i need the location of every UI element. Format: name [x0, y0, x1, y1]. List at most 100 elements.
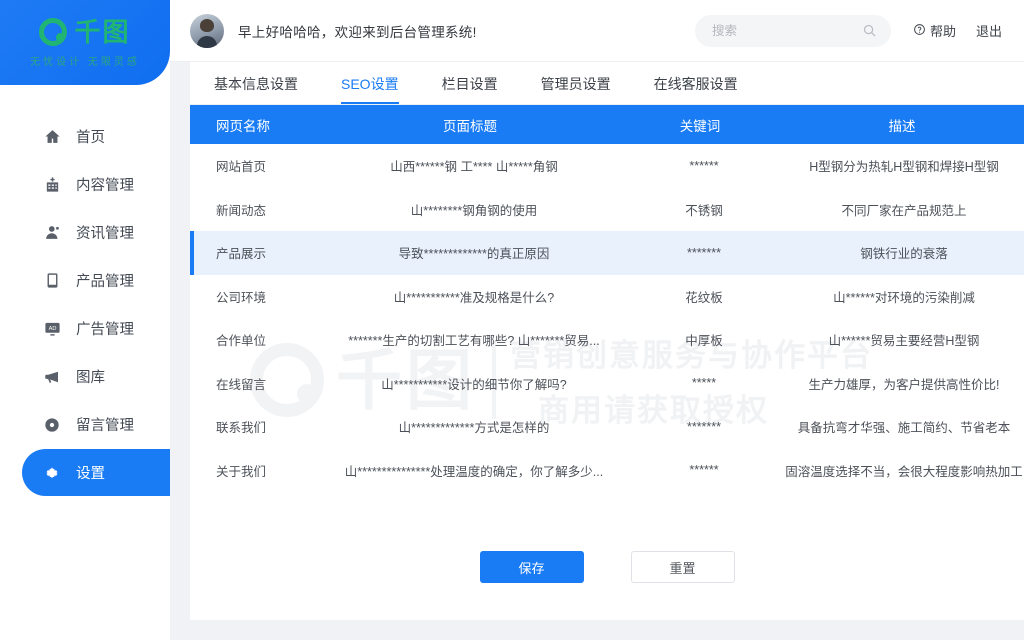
cell-page-title: 山***********准及规格是什么?: [393, 290, 555, 305]
sidebar: 千图 无忧设计 无限灵感 首页 内容管理 资讯管理 产品管理 AD 广告管理 图…: [0, 0, 170, 640]
cell-description: 钢铁行业的衰落: [860, 247, 948, 262]
brand-logo[interactable]: 千图 无忧设计 无限灵感: [0, 0, 170, 85]
table-row[interactable]: 关于我们 山***************处理温度的确定，你了解多少... **…: [190, 449, 1024, 493]
avatar[interactable]: [190, 13, 224, 48]
tab-label: 基本信息设置: [214, 76, 298, 92]
home-icon: [42, 128, 62, 145]
tab-online-service[interactable]: 在线客服设置: [654, 74, 738, 104]
sidebar-item-label: 内容管理: [76, 178, 134, 194]
form-actions: 保存 重置: [190, 551, 1024, 583]
sidebar-item-label: 图库: [76, 370, 105, 386]
table-row[interactable]: 合作单位 *******生产的切割工艺有哪些? 山*******贸易... 中厚…: [190, 318, 1024, 362]
seo-table: 网页名称 页面标题 关键词 描述 网站首页 山西******钢 工**** 山*…: [190, 105, 1024, 492]
sidebar-item-product[interactable]: 产品管理: [0, 257, 170, 304]
cell-keyword: 不锈钢: [685, 203, 723, 218]
help-button[interactable]: 帮助: [913, 21, 956, 40]
cell-page-name: 产品展示: [216, 247, 267, 262]
column-header-keyword: 关键词: [679, 118, 721, 134]
app-root: 千图 无忧设计 无限灵感 首页 内容管理 资讯管理 产品管理 AD 广告管理 图…: [0, 0, 1024, 640]
cell-description: 具备抗弯才华强、施工简约、节省老本: [797, 421, 1011, 436]
table-row[interactable]: 在线留言 山***********设计的细节你了解吗? ***** 生产力雄厚，…: [190, 362, 1024, 406]
tablet-icon: [42, 272, 62, 289]
qiantu-circle-icon: [39, 17, 68, 46]
save-button[interactable]: 保存: [479, 551, 584, 583]
cell-page-title: 山********钢角钢的使用: [410, 203, 538, 218]
cell-page-name: 关于我们: [216, 464, 267, 479]
save-label: 保存: [518, 560, 545, 576]
table-row[interactable]: 网站首页 山西******钢 工**** 山*****角钢 ****** H型钢…: [190, 144, 1024, 188]
gear-icon: [42, 465, 62, 481]
disc-icon: [42, 417, 62, 433]
cell-page-name: 网站首页: [216, 160, 267, 175]
sidebar-item-gallery[interactable]: 图库: [0, 353, 170, 400]
cell-page-title: 导致*************的真正原因: [398, 247, 550, 262]
table-row-selected[interactable]: 产品展示 导致*************的真正原因 ******* 钢铁行业的衰…: [190, 231, 1024, 275]
cell-keyword: ******: [689, 158, 719, 173]
cell-page-title: 山*************方式是怎样的: [398, 421, 550, 436]
cell-page-name: 公司环境: [216, 290, 267, 305]
cell-page-name: 新闻动态: [216, 203, 267, 218]
sidebar-item-messages[interactable]: 留言管理: [0, 401, 170, 448]
tab-label: 管理员设置: [540, 76, 611, 92]
cell-keyword: ******: [689, 463, 719, 478]
tab-admin[interactable]: 管理员设置: [541, 74, 611, 104]
greeting-text: 早上好哈哈哈，欢迎来到后台管理系统!: [238, 24, 477, 40]
question-circle-icon: [913, 23, 926, 39]
table-header-row: 网页名称 页面标题 关键词 描述: [190, 105, 1024, 144]
table-row[interactable]: 公司环境 山***********准及规格是什么? 花纹板 山******对环境…: [190, 275, 1024, 319]
cell-page-title: 山***********设计的细节你了解吗?: [381, 377, 567, 392]
cell-keyword: 中厚板: [685, 334, 723, 349]
cell-page-name: 合作单位: [216, 334, 267, 349]
search-input[interactable]: [694, 15, 855, 46]
cell-keyword: 花纹板: [685, 290, 723, 305]
tab-label: SEO设置: [341, 76, 399, 92]
tab-seo[interactable]: SEO设置: [341, 74, 399, 104]
table-row[interactable]: 新闻动态 山********钢角钢的使用 不锈钢 不同厂家在产品规范上: [190, 188, 1024, 232]
cell-description: H型钢分为热轧H型钢和焊接H型钢: [809, 160, 999, 175]
svg-text:AD: AD: [48, 326, 56, 332]
tab-basic-info[interactable]: 基本信息设置: [214, 74, 298, 104]
cell-page-name: 在线留言: [216, 377, 267, 392]
column-header-page-name: 网页名称: [216, 118, 270, 134]
sidebar-item-content[interactable]: 内容管理: [0, 161, 170, 208]
tab-columns[interactable]: 栏目设置: [442, 74, 498, 104]
sidebar-item-home[interactable]: 首页: [0, 113, 170, 160]
search-icon[interactable]: [862, 23, 877, 43]
column-header-page-title: 页面标题: [443, 118, 497, 134]
sidebar-item-label: 留言管理: [76, 418, 134, 434]
cell-page-title: 山西******钢 工**** 山*****角钢: [390, 160, 558, 175]
sidebar-item-label: 广告管理: [76, 322, 134, 338]
building-icon: [42, 176, 62, 193]
user-icon: [42, 224, 62, 241]
cell-page-title: 山***************处理温度的确定，你了解多少...: [344, 464, 604, 479]
help-label: 帮助: [929, 24, 956, 39]
tab-label: 栏目设置: [441, 76, 498, 92]
column-header-description: 描述: [888, 118, 916, 134]
sidebar-item-label: 首页: [76, 130, 105, 146]
reset-button[interactable]: 重置: [630, 551, 735, 583]
cell-description: 生产力雄厚，为客户提供高性价比!: [808, 377, 1000, 392]
logout-label: 退出: [975, 24, 1002, 39]
sidebar-item-settings[interactable]: 设置: [22, 449, 170, 496]
seo-table-wrapper: 网页名称 页面标题 关键词 描述 网站首页 山西******钢 工**** 山*…: [190, 105, 1024, 492]
reset-label: 重置: [669, 560, 696, 576]
search-box[interactable]: [694, 14, 891, 47]
table-row[interactable]: 联系我们 山*************方式是怎样的 ******* 具备抗弯才华…: [190, 405, 1024, 449]
ad-monitor-icon: AD: [42, 320, 62, 337]
cell-page-title: *******生产的切割工艺有哪些? 山*******贸易...: [348, 334, 600, 349]
content-card: 基本信息设置 SEO设置 栏目设置 管理员设置 在线客服设置 千图 营销创意服务…: [190, 62, 1024, 620]
logout-button[interactable]: 退出: [976, 21, 1002, 40]
logo-text: 千图: [74, 16, 131, 47]
logo-tagline: 无忧设计 无限灵感: [30, 56, 140, 68]
cell-keyword: *******: [686, 419, 722, 434]
tab-label: 在线客服设置: [653, 76, 738, 92]
cell-keyword: *******: [686, 245, 722, 260]
topbar: 早上好哈哈哈，欢迎来到后台管理系统! 帮助 退出: [170, 0, 1024, 62]
cell-description: 山******贸易主要经营H型钢: [828, 334, 980, 349]
sidebar-item-news[interactable]: 资讯管理: [0, 209, 170, 256]
cell-keyword: *****: [691, 376, 717, 391]
cell-description: 固溶温度选择不当，会很大程度影响热加工: [785, 464, 1023, 479]
sidebar-menu: 首页 内容管理 资讯管理 产品管理 AD 广告管理 图库 留言管理 设置: [0, 113, 170, 496]
sidebar-item-ad[interactable]: AD 广告管理: [0, 305, 170, 352]
cell-page-name: 联系我们: [216, 421, 267, 436]
